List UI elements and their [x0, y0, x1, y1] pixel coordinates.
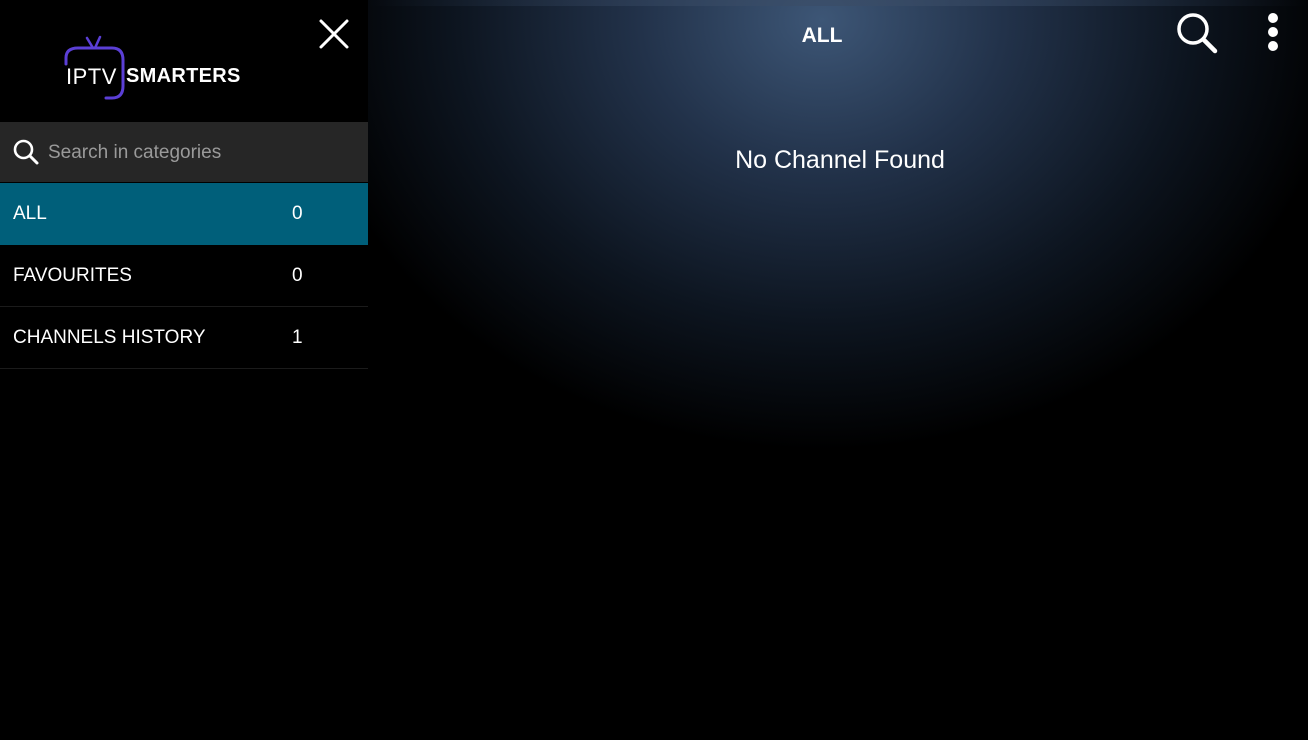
category-search-input[interactable] [46, 134, 350, 172]
logo-text-smarters: SMARTERS [126, 65, 241, 87]
logo-text-iptv: IPTV [66, 64, 117, 89]
app-logo: IPTV SMARTERS [60, 34, 250, 104]
category-list: ALL 0 FAVOURITES 0 CHANNELS HISTORY 1 [0, 183, 368, 369]
top-highlight [368, 0, 1308, 6]
empty-state-message: No Channel Found [735, 146, 945, 174]
category-sidebar: IPTV SMARTERS ALL 0 FAVOURITES 0 [0, 0, 368, 740]
more-options-button[interactable] [1258, 10, 1288, 54]
category-label: CHANNELS HISTORY [13, 327, 206, 348]
category-search-box [0, 122, 368, 182]
search-button[interactable] [1172, 8, 1222, 58]
category-item-all[interactable]: ALL 0 [0, 183, 368, 245]
category-count: 1 [292, 327, 303, 348]
category-item-favourites[interactable]: FAVOURITES 0 [0, 245, 368, 307]
category-count: 0 [292, 265, 303, 286]
category-item-channels-history[interactable]: CHANNELS HISTORY 1 [0, 307, 368, 369]
search-icon [13, 139, 39, 165]
more-vertical-icon [1268, 13, 1278, 51]
close-icon [319, 19, 349, 49]
search-icon [1177, 13, 1218, 54]
category-label: ALL [13, 203, 47, 224]
close-button[interactable] [316, 16, 352, 52]
page-title: ALL [801, 24, 843, 47]
live-tv-screen: IPTV SMARTERS ALL 0 FAVOURITES 0 [0, 0, 1308, 740]
category-count: 0 [292, 203, 303, 224]
category-label: FAVOURITES [13, 265, 132, 286]
